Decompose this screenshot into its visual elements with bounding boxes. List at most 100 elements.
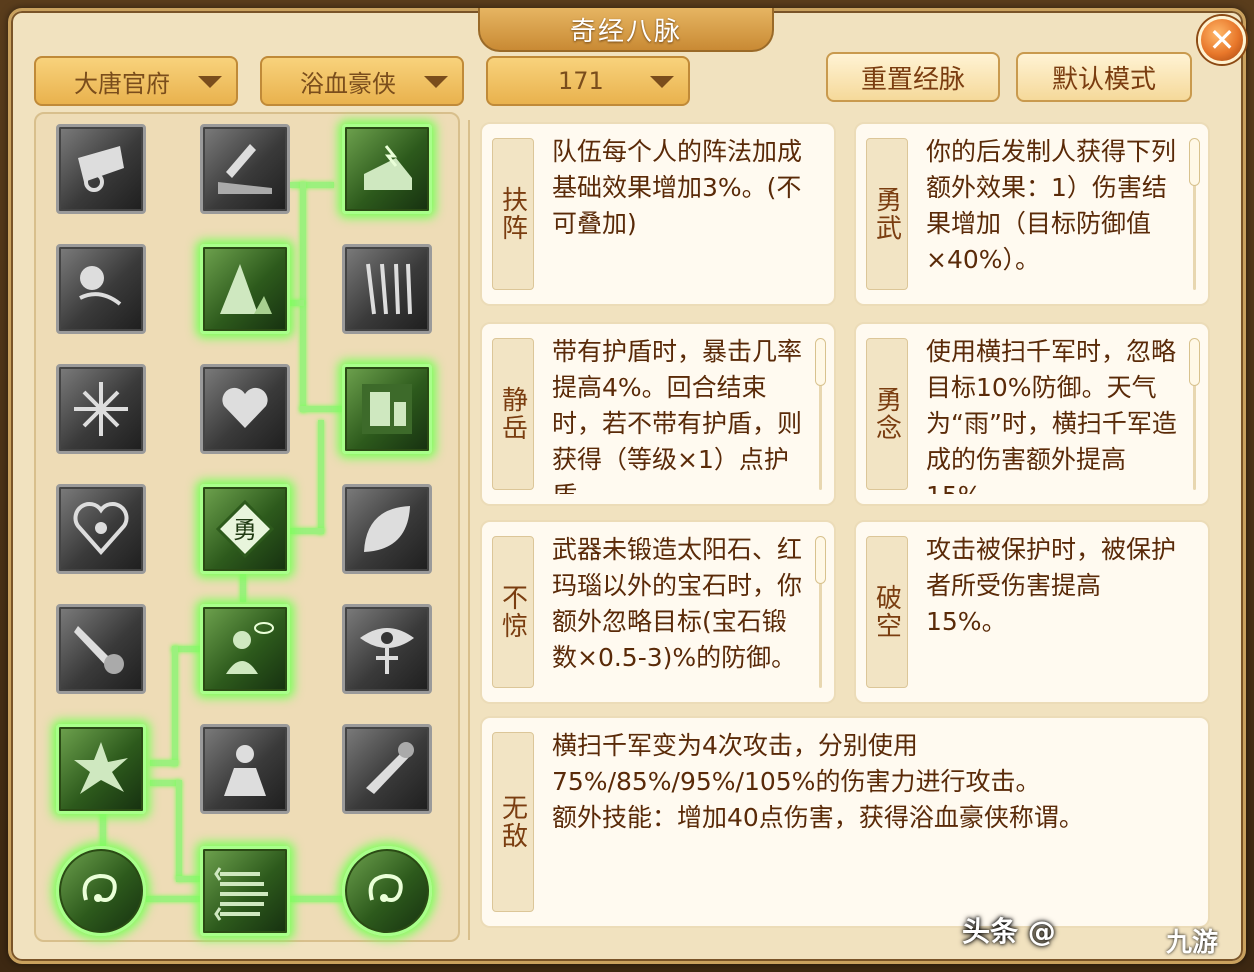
node-r7-c2[interactable] <box>200 846 290 936</box>
thinking-man-icon <box>226 622 274 674</box>
school-dropdown[interactable]: 大唐官府 <box>34 56 238 106</box>
card-yongnian[interactable]: 勇念 使用横扫千军时，忽略目标10%防御。天气为“雨”时，横扫千军造成的伤害额外… <box>854 322 1210 506</box>
card-tag: 勇念 <box>866 338 908 490</box>
connector <box>290 896 344 902</box>
watermark-text: 头条 @ <box>962 915 1056 948</box>
card-text-line: 额外技能：增加40点伤害，获得浴血豪侠称谓。 <box>552 803 1084 832</box>
scrollbar-thumb[interactable] <box>815 338 826 386</box>
scrollbar-thumb[interactable] <box>815 536 826 584</box>
connector <box>300 406 344 412</box>
node-r1-c3[interactable] <box>342 124 432 214</box>
connector <box>318 420 324 534</box>
storm-cloud-icon <box>79 266 122 306</box>
arrows-icon <box>214 867 268 921</box>
node-r6-c1[interactable] <box>56 724 146 814</box>
card-jingyue[interactable]: 静岳 带有护盾时，暴击几率提高4%。回合结束时，若不带有护盾，则获得（等级×1）… <box>480 322 836 506</box>
sword-stone-icon <box>218 144 272 194</box>
card-yongwu[interactable]: 勇武 你的后发制人获得下列额外效果：1）伤害结果增加（目标防御值×40%）。 <box>854 122 1210 306</box>
close-button[interactable]: ✕ <box>1198 16 1246 64</box>
scrollbar[interactable] <box>1189 138 1200 290</box>
node-r5-c3[interactable] <box>342 604 432 694</box>
shatter-icon <box>74 382 128 436</box>
card-text: 使用横扫千军时，忽略目标10%防御。天气为“雨”时，横扫千军造成的伤害额外提高1… <box>926 337 1177 494</box>
connector <box>172 646 178 766</box>
school-dropdown-label: 大唐官府 <box>74 69 170 98</box>
node-r3-c2[interactable] <box>200 364 290 454</box>
card-text: 横扫千军变为4次攻击，分别使用75%/85%/95%/105%的伤害力进行攻击。… <box>552 728 1168 916</box>
heart-hands-icon <box>222 387 268 428</box>
eye-icon <box>360 628 414 674</box>
connector <box>100 810 106 846</box>
reset-meridian-button[interactable]: 重置经脉 <box>826 52 1000 102</box>
scrollbar[interactable] <box>815 338 826 490</box>
node-r5-c1[interactable] <box>56 604 146 694</box>
panel-divider <box>468 120 470 940</box>
card-wudi[interactable]: 无敌 横扫千军变为4次攻击，分别使用75%/85%/95%/105%的伤害力进行… <box>480 716 1210 928</box>
close-icon: ✕ <box>1208 21 1236 59</box>
card-tag: 静岳 <box>492 338 534 490</box>
connector <box>176 876 200 882</box>
style-dropdown-label: 浴血豪侠 <box>300 69 396 98</box>
leaf-icon <box>364 506 410 552</box>
node-r2-c2[interactable] <box>200 244 290 334</box>
swirl-orb-icon <box>368 873 403 902</box>
card-text: 带有护盾时，暴击几率提高4%。回合结束时，若不带有护盾，则获得（等级×1）点护盾… <box>552 337 803 494</box>
watermark-logo: 九游 <box>1166 928 1219 958</box>
node-r5-c2[interactable] <box>200 604 290 694</box>
node-r6-c3[interactable] <box>342 724 432 814</box>
node-r4-c1[interactable] <box>56 484 146 574</box>
mountain-icon <box>220 264 272 314</box>
card-pokong[interactable]: 破空 攻击被保护时，被保护者所受伤害提高15%。 <box>854 520 1210 704</box>
card-text: 队伍每个人的阵法加成基础效果增加3%。(不可叠加) <box>552 137 803 238</box>
window-title: 奇经八脉 <box>478 8 774 52</box>
broken-wall-icon <box>78 146 124 192</box>
scrollbar-thumb[interactable] <box>1189 338 1200 386</box>
brave-emblem-icon: 勇 <box>215 499 275 559</box>
card-fuzhen[interactable]: 扶阵 队伍每个人的阵法加成基础效果增加3%。(不可叠加) <box>480 122 836 306</box>
card-text: 武器未锻造太阳石、红玛瑙以外的宝石时，你额外忽略目标(宝石锻数×0.5-3)%的… <box>552 535 803 672</box>
burst-icon <box>74 742 128 794</box>
card-bujing[interactable]: 不惊 武器未锻造太阳石、红玛瑙以外的宝石时，你额外忽略目标(宝石锻数×0.5-3… <box>480 520 836 704</box>
svg-text:勇: 勇 <box>233 516 257 544</box>
connector <box>240 574 246 602</box>
style-dropdown[interactable]: 浴血豪侠 <box>260 56 464 106</box>
connector <box>150 760 178 766</box>
node-r7-c1[interactable] <box>56 846 146 936</box>
level-dropdown-label: 171 <box>558 67 604 95</box>
node-r2-c3[interactable] <box>342 244 432 334</box>
node-r1-c1[interactable] <box>56 124 146 214</box>
swirl-orb-icon <box>82 873 117 902</box>
node-r2-c1[interactable] <box>56 244 146 334</box>
chevron-down-icon <box>424 76 448 88</box>
warrior-icon <box>224 745 266 796</box>
level-dropdown[interactable]: 171 <box>486 56 690 106</box>
connector <box>290 182 334 188</box>
scrollbar-thumb[interactable] <box>1189 138 1200 186</box>
card-tag: 破空 <box>866 536 908 688</box>
card-text-line: 横扫千军变为4次攻击，分别使用75%/85%/95%/105%的伤害力进行攻击。 <box>552 731 1041 796</box>
claws-icon <box>366 263 412 315</box>
thunder-boot-icon <box>364 145 412 190</box>
connector <box>290 300 304 306</box>
connector <box>290 528 324 534</box>
card-text: 攻击被保护时，被保护者所受伤害提高15%。 <box>926 535 1177 636</box>
node-r6-c2[interactable] <box>200 724 290 814</box>
node-r4-c3[interactable] <box>342 484 432 574</box>
card-tag: 勇武 <box>866 138 908 290</box>
node-r4-c2[interactable]: 勇 <box>200 484 290 574</box>
scrollbar[interactable] <box>815 536 826 688</box>
card-tag: 无敌 <box>492 732 534 912</box>
heart-shield-icon <box>73 502 129 556</box>
chevron-down-icon <box>650 76 674 88</box>
node-r3-c3[interactable] <box>342 364 432 454</box>
card-tag: 不惊 <box>492 536 534 688</box>
blade-hand-icon <box>74 626 124 674</box>
default-mode-button[interactable]: 默认模式 <box>1016 52 1192 102</box>
horn-icon <box>366 742 414 794</box>
node-r7-c3[interactable] <box>342 846 432 936</box>
wall-icon <box>362 384 412 434</box>
node-r3-c1[interactable] <box>56 364 146 454</box>
scrollbar[interactable] <box>1189 338 1200 490</box>
node-r1-c2[interactable] <box>200 124 290 214</box>
connector <box>300 182 306 412</box>
